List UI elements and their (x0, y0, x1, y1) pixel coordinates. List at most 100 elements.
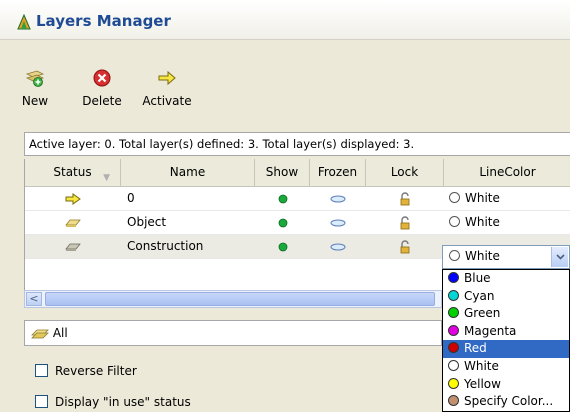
lock-toggle[interactable] (366, 211, 444, 235)
new-layer-icon (25, 70, 45, 87)
white-swatch-icon (449, 250, 460, 261)
visible-dot-icon (278, 194, 287, 203)
table-row[interactable]: Object White (25, 211, 570, 235)
scrollbar-thumb[interactable] (45, 292, 435, 306)
layer-name[interactable]: Object (127, 211, 255, 235)
in-use-status-option[interactable]: Display "in use" status (35, 394, 191, 412)
color-option[interactable]: Cyan (443, 288, 569, 306)
color-option[interactable]: Yellow (443, 376, 569, 394)
in-use-status-checkbox[interactable] (35, 395, 48, 408)
color-option-label: Red (464, 341, 487, 356)
column-name-label: Name (169, 165, 206, 179)
column-show-label: Show (265, 165, 299, 179)
linecolor-cell[interactable]: White (449, 187, 570, 211)
activate-arrow-icon (158, 70, 176, 86)
thaw-icon (330, 219, 346, 226)
column-linecolor-label: LineColor (479, 165, 536, 179)
reverse-filter-checkbox[interactable] (35, 364, 48, 377)
column-header-frozen[interactable]: Frozen (310, 159, 366, 187)
column-status-label: Status (53, 165, 92, 179)
title-bar: Layers Manager (0, 0, 570, 40)
color-option[interactable]: Red (443, 340, 569, 358)
chevron-down-icon (555, 254, 565, 260)
horizontal-scrollbar[interactable]: < (24, 290, 442, 308)
color-option[interactable]: Magenta (443, 323, 569, 341)
color-option[interactable]: Specify Color... (443, 393, 569, 411)
column-header-show[interactable]: Show (255, 159, 310, 187)
table-row[interactable]: 0 White (25, 187, 570, 211)
scroll-left-icon[interactable]: < (26, 292, 42, 306)
color-option-label: Green (464, 306, 501, 321)
linecolor-value: White (465, 215, 500, 229)
activate-button-label: Activate (142, 94, 192, 108)
delete-button-label: Delete (82, 94, 122, 108)
filter-label: All (52, 326, 68, 340)
thaw-icon (330, 243, 346, 250)
active-arrow-icon (65, 192, 81, 205)
color-option[interactable]: Green (443, 305, 569, 323)
color-swatch-icon (448, 359, 459, 371)
color-option-label: Yellow (464, 376, 501, 391)
color-option[interactable]: Blue (443, 270, 569, 288)
layer-folder-icon (65, 243, 81, 251)
layer-filter-field[interactable]: All (24, 320, 442, 346)
column-header-name[interactable]: Name (121, 159, 255, 187)
white-swatch-icon (449, 216, 460, 227)
visible-dot-icon (278, 218, 287, 227)
color-option[interactable]: White (443, 358, 569, 376)
new-layer-button[interactable]: New (20, 68, 50, 108)
status-cell[interactable] (25, 187, 121, 211)
column-header-lock[interactable]: Lock (366, 159, 444, 187)
layers-status-text: Active layer: 0. Total layer(s) defined:… (24, 132, 570, 156)
new-button-label: New (21, 94, 49, 108)
in-use-status-label: Display "in use" status (55, 395, 191, 409)
visible-dot-icon (278, 242, 287, 251)
frozen-toggle[interactable] (310, 211, 366, 235)
status-cell[interactable] (25, 235, 121, 259)
combobox-dropdown-button[interactable] (551, 247, 568, 267)
thaw-icon (330, 195, 346, 202)
unlocked-padlock-icon (400, 191, 410, 205)
color-swatch-icon (448, 324, 459, 336)
white-swatch-icon (449, 192, 460, 203)
column-header-status[interactable]: Status ▼ (25, 159, 121, 187)
activate-layer-button[interactable]: Activate (140, 68, 194, 108)
color-option-label: Magenta (464, 323, 517, 338)
column-frozen-label: Frozen (317, 165, 358, 179)
show-toggle[interactable] (255, 211, 310, 235)
toolbar: New Delete Activate (0, 68, 570, 118)
show-toggle[interactable] (255, 187, 310, 211)
frozen-toggle[interactable] (310, 235, 366, 259)
column-header-linecolor[interactable]: LineColor (444, 159, 570, 187)
color-option-label: Specify Color... (464, 394, 554, 409)
linecolor-cell[interactable]: White (449, 211, 570, 235)
layer-name[interactable]: Construction (127, 235, 255, 259)
reverse-filter-option[interactable]: Reverse Filter (35, 363, 137, 381)
color-option-label: Cyan (464, 288, 495, 303)
reverse-filter-label: Reverse Filter (55, 364, 137, 378)
lock-toggle[interactable] (366, 235, 444, 259)
color-option-label: Blue (464, 271, 491, 285)
linecolor-combobox[interactable]: White (442, 245, 570, 269)
color-option-label: White (464, 358, 499, 373)
lock-toggle[interactable] (366, 187, 444, 211)
delete-layer-button[interactable]: Delete (80, 68, 124, 108)
status-cell[interactable] (25, 211, 121, 235)
color-swatch-icon (448, 307, 459, 319)
color-swatch-icon (448, 377, 459, 389)
layer-filter-icon (31, 329, 49, 338)
color-dropdown-list: Blue Cyan Green Magenta Red White Yellow Specif… (442, 269, 570, 412)
layers-app-icon (17, 14, 31, 30)
color-swatch-icon (448, 395, 459, 407)
color-swatch-icon (448, 272, 459, 283)
frozen-toggle[interactable] (310, 187, 366, 211)
column-lock-label: Lock (390, 165, 419, 179)
color-swatch-icon (448, 289, 459, 301)
color-swatch-icon (448, 342, 459, 354)
layer-folder-icon (65, 219, 81, 227)
layer-name[interactable]: 0 (127, 187, 255, 211)
show-toggle[interactable] (255, 235, 310, 259)
delete-icon (93, 69, 111, 87)
linecolor-value: White (465, 191, 500, 205)
unlocked-padlock-icon (400, 215, 410, 229)
